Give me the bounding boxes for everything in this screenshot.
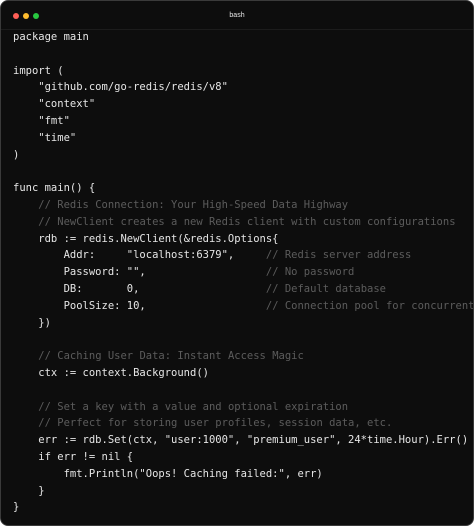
code-line: "context" [13, 96, 473, 113]
code-line: err := rdb.Set(ctx, "user:1000", "premiu… [13, 432, 473, 449]
code-text: } [13, 501, 20, 514]
code-text: fmt.Println("Oops! Caching failed:", err… [13, 467, 323, 480]
code-line: if err != nil { [13, 449, 473, 466]
code-line: // Set a key with a value and optional e… [13, 399, 473, 416]
code-line: package main [13, 29, 473, 46]
code-line: "fmt" [13, 113, 473, 130]
code-text: func main() { [13, 182, 96, 195]
code-comment: // Set a key with a value and optional e… [38, 400, 349, 413]
code-line: PoolSize: 10, // Connection pool for con… [13, 298, 473, 315]
code-text: package main [13, 31, 89, 43]
code-line: rdb := redis.NewClient(&redis.Options{ [13, 231, 473, 248]
title-bar: bash [1, 1, 473, 30]
code-comment: // Default database [265, 282, 386, 295]
code-line: "github.com/go-redis/redis/v8" [13, 79, 473, 96]
code-line: ctx := context.Background() [13, 365, 473, 382]
code-line: "time" [13, 130, 473, 147]
code-comment: // Connection pool for concurrent access [265, 299, 474, 312]
code-line: ) [13, 147, 473, 164]
code-text: "github.com/go-redis/redis/v8" [13, 81, 228, 94]
code-text: DB: 0, [13, 282, 266, 295]
code-line: func main() { [13, 180, 473, 197]
code-text: ) [13, 148, 20, 161]
code-line: import ( [13, 63, 473, 80]
code-text: } [13, 484, 45, 497]
terminal-window: bash package main import ( "github.com/go… [0, 0, 474, 526]
code-text: if err != nil { [13, 450, 134, 463]
code-comment: // Redis Connection: Your High-Speed Dat… [38, 198, 349, 211]
code-comment: // Caching User Data: Instant Access Mag… [38, 350, 304, 363]
code-text: "fmt" [13, 114, 70, 127]
code-line: }) [13, 315, 473, 332]
code-line: // NewClient creates a new Redis client … [13, 214, 473, 231]
code-text: rdb := redis.NewClient(&redis.Options{ [13, 232, 279, 245]
code-comment: // Redis server address [265, 249, 412, 262]
code-comment: // Perfect for storing user profiles, se… [38, 417, 393, 430]
code-text: }) [13, 316, 51, 329]
code-line: fmt.Println("Oops! Caching failed:", err… [13, 466, 473, 483]
code-line: DB: 0, // Default database [13, 281, 473, 298]
code-text: Password: "", [13, 266, 266, 279]
code-line: } [13, 483, 473, 500]
code-text: "context" [13, 98, 96, 111]
code-editor[interactable]: package main import ( "github.com/go-redi… [13, 29, 473, 516]
code-comment: // NewClient creates a new Redis client … [38, 215, 456, 228]
code-comment: // No password [265, 266, 355, 279]
code-text: PoolSize: 10, [13, 299, 266, 312]
code-line: // Perfect for storing user profiles, se… [13, 415, 473, 432]
code-line: Password: "", // No password [13, 264, 473, 281]
code-text: Addr: "localhost:6379", [13, 249, 266, 262]
code-line: Addr: "localhost:6379", // Redis server … [13, 247, 473, 264]
code-text: err := rdb.Set(ctx, "user:1000", "premiu… [13, 434, 469, 447]
code-line: // Redis Connection: Your High-Speed Dat… [13, 197, 473, 214]
code-line: } [13, 499, 473, 516]
code-text: "time" [13, 131, 77, 144]
code-text: ctx := context.Background() [13, 366, 209, 379]
code-text: import ( [13, 64, 64, 77]
window-title: bash [229, 12, 245, 19]
code-line: // Caching User Data: Instant Access Mag… [13, 348, 473, 365]
